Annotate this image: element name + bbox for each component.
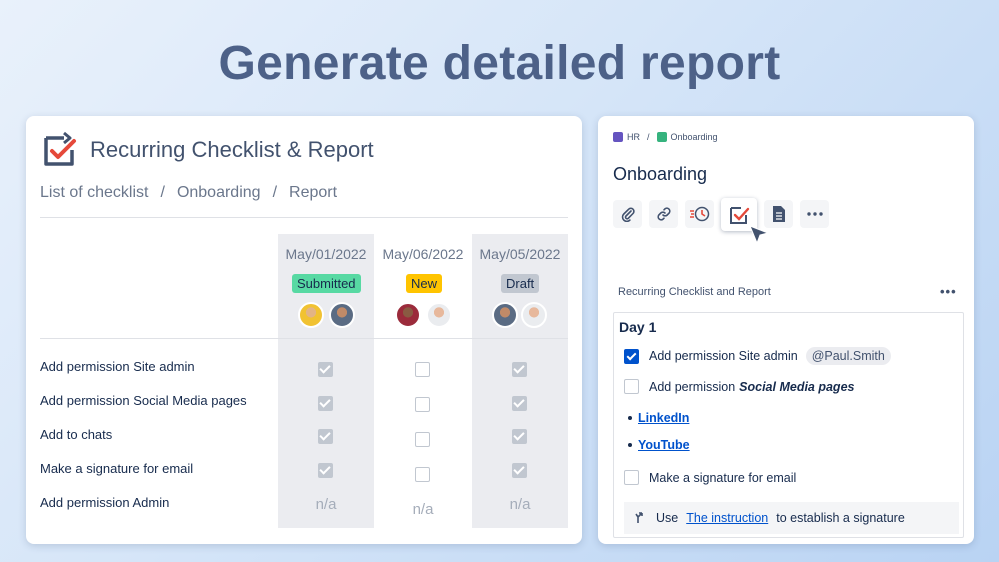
report-checkbox [512, 396, 527, 411]
breadcrumb-space[interactable]: HR [627, 132, 640, 142]
app-title: Recurring Checklist & Report [90, 137, 374, 162]
row-label: Make a signature for email [40, 461, 194, 476]
item-text: Add permission [649, 379, 736, 394]
status-badge: Submitted [292, 274, 361, 293]
confluence-card: HR / Onboarding Onboarding Recurring Che… [598, 116, 974, 544]
column-date: May/01/2022 [285, 246, 367, 262]
avatar [426, 302, 452, 328]
branch-icon [635, 512, 643, 523]
avatar [395, 302, 421, 328]
avatar [298, 302, 324, 328]
na-value: n/a [412, 501, 434, 518]
checklist-item: Add permission Site admin @Paul.Smith [624, 347, 891, 365]
row-label: Add permission Admin [40, 495, 170, 510]
column-date: May/05/2022 [479, 246, 561, 262]
checklist-item: Add permission Social Media pages [624, 379, 854, 394]
report-checkbox [415, 467, 430, 482]
link-icon [656, 207, 671, 221]
macro-title: Recurring Checklist and Report [618, 286, 771, 298]
checklist-item: Make a signature for email [624, 470, 796, 485]
report-checkbox [512, 463, 527, 478]
row-label: Add permission Social Media pages [40, 393, 247, 408]
report-checkbox [318, 396, 333, 411]
link-button[interactable] [649, 200, 678, 228]
item-text: Add permission Site admin [649, 349, 798, 363]
document-icon [772, 206, 785, 222]
report-checkbox [415, 362, 430, 377]
more-actions-button[interactable] [800, 200, 829, 228]
item-checkbox[interactable] [624, 470, 639, 485]
cursor-icon [749, 225, 770, 245]
avatar [492, 302, 518, 328]
checklist-icon [730, 206, 750, 224]
note-prefix: Use [656, 511, 679, 525]
report-checkbox [415, 397, 430, 412]
item-checkbox[interactable] [624, 379, 639, 394]
space-icon [613, 132, 623, 142]
schedule-button[interactable] [685, 200, 714, 228]
bullet-item: LinkedIn [628, 411, 689, 425]
breadcrumb-onboarding[interactable]: Onboarding [177, 184, 261, 202]
report-checkbox [512, 429, 527, 444]
breadcrumb: List of checklist / Onboarding / Report [40, 184, 337, 202]
user-mention[interactable]: @Paul.Smith [805, 347, 891, 365]
row-label: Add to chats [40, 427, 113, 442]
instruction-link[interactable]: The instruction [686, 511, 768, 525]
status-badge: New [406, 274, 443, 293]
page-breadcrumb: HR / Onboarding [613, 132, 718, 142]
app-header: Recurring Checklist & Report [40, 130, 374, 170]
breadcrumb-sep: / [272, 184, 278, 201]
avatar [329, 302, 355, 328]
report-checkbox [318, 362, 333, 377]
report-card: Recurring Checklist & Report List of che… [26, 116, 582, 544]
column-date: May/06/2022 [382, 246, 464, 262]
speed-clock-icon [689, 206, 709, 222]
recurring-checklist-icon [44, 131, 76, 166]
report-checkbox [415, 432, 430, 447]
report-checkbox [512, 362, 527, 377]
na-value: n/a [315, 496, 337, 513]
breadcrumb-sep: / [647, 132, 650, 142]
item-emphasis: Social Media pages [739, 379, 855, 394]
breadcrumb-page[interactable]: Onboarding [671, 132, 718, 142]
report-checkbox [318, 429, 333, 444]
breadcrumb-report: Report [289, 184, 338, 201]
report-checkbox [318, 463, 333, 478]
macro-more-button[interactable]: ••• [940, 284, 957, 299]
avatar [521, 302, 547, 328]
toolbar [613, 198, 829, 231]
instruction-note: Use The instruction to establish a signa… [624, 502, 959, 534]
page-icon [656, 132, 667, 142]
note-suffix: to establish a signature [776, 511, 905, 525]
checklist-panel: Day 1 Add permission Site admin @Paul.Sm… [613, 312, 964, 538]
bullet-item: YouTube [628, 438, 690, 452]
day-title: Day 1 [619, 319, 657, 335]
hero-title: Generate detailed report [218, 37, 781, 90]
youtube-link[interactable]: YouTube [638, 438, 690, 452]
page-title: Onboarding [613, 164, 708, 184]
item-text: Make a signature for email [649, 470, 797, 485]
more-icon [806, 212, 823, 216]
header-divider [40, 217, 568, 218]
breadcrumb-sep: / [160, 184, 165, 201]
na-value: n/a [509, 496, 531, 513]
status-badge: Draft [501, 274, 540, 293]
item-checkbox[interactable] [624, 348, 639, 364]
breadcrumb-list[interactable]: List of checklist [40, 184, 148, 202]
attach-button[interactable] [613, 200, 642, 228]
linkedin-link[interactable]: LinkedIn [638, 411, 689, 425]
row-label: Add permission Site admin [40, 359, 195, 374]
table-divider [40, 338, 568, 339]
paperclip-icon [621, 207, 635, 222]
